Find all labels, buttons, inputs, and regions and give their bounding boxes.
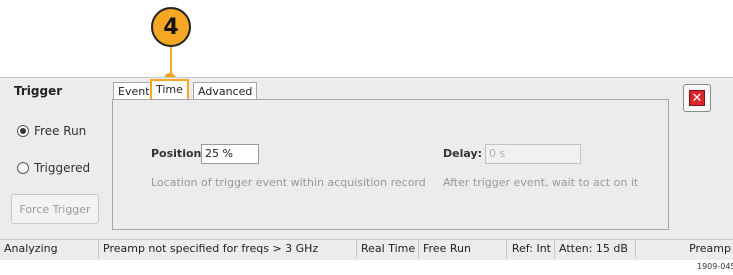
panel-title: Trigger bbox=[14, 84, 63, 98]
position-label: Position: bbox=[151, 147, 206, 160]
radio-unchecked-icon bbox=[17, 162, 29, 174]
figure-id: 1909-045 bbox=[697, 262, 733, 271]
tab-time[interactable]: Time bbox=[150, 79, 189, 100]
status-trigger[interactable]: Free Run bbox=[418, 239, 506, 259]
delay-input[interactable]: 0 s bbox=[485, 144, 581, 164]
position-input[interactable]: 25 % bbox=[201, 144, 259, 164]
radio-free-run[interactable]: Free Run bbox=[17, 124, 86, 138]
delay-label: Delay: bbox=[443, 147, 483, 160]
radio-label: Free Run bbox=[34, 124, 87, 138]
tab-advanced[interactable]: Advanced bbox=[193, 82, 258, 99]
radio-label: Triggered bbox=[34, 161, 91, 175]
close-icon: ✕ bbox=[689, 90, 705, 106]
status-realtime[interactable]: Real Time bbox=[356, 239, 418, 259]
tab-event[interactable]: Event bbox=[113, 82, 155, 99]
force-trigger-button[interactable]: Force Trigger bbox=[11, 194, 99, 224]
status-atten[interactable]: Atten: 15 dB bbox=[554, 239, 635, 259]
status-ref[interactable]: Ref: Int bbox=[506, 239, 554, 259]
status-preamp[interactable]: Preamp bbox=[635, 239, 733, 259]
callout-badge: 4 bbox=[151, 7, 191, 47]
tab-content bbox=[112, 99, 669, 230]
status-message: Preamp not specified for freqs > 3 GHz bbox=[98, 239, 356, 259]
status-mode: Analyzing bbox=[4, 242, 58, 255]
delay-hint: After trigger event, wait to act on it bbox=[443, 176, 639, 189]
radio-checked-icon bbox=[17, 125, 29, 137]
radio-triggered[interactable]: Triggered bbox=[17, 161, 90, 175]
position-hint: Location of trigger event within acquisi… bbox=[151, 176, 426, 189]
close-button[interactable]: ✕ bbox=[683, 84, 711, 112]
